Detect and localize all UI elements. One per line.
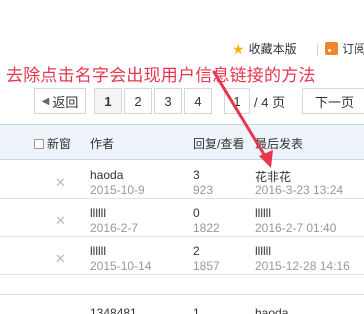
reply-count: 2: [193, 244, 200, 258]
author-link[interactable]: llllll: [90, 244, 106, 258]
page-button-1[interactable]: 1: [94, 88, 122, 114]
favorite-label: 收藏本版: [248, 42, 297, 56]
new-window-label: 新窗: [47, 137, 72, 151]
view-count: 1822: [193, 221, 220, 235]
post-date: 2015-10-9: [90, 183, 145, 197]
post-date: 2016-2-7: [90, 221, 139, 235]
favorite-forum-link[interactable]: ★ 收藏本版: [232, 40, 297, 57]
toolbar-divider: |: [316, 41, 320, 56]
subscribe-link[interactable]: | 订阅: [316, 40, 364, 57]
author-link[interactable]: haoda: [90, 168, 123, 182]
last-poster-link[interactable]: llllll: [255, 244, 271, 258]
author-column-header: 作者: [90, 137, 115, 151]
forum-toolbar: ★ 收藏本版 | 订阅: [0, 36, 364, 60]
back-button[interactable]: ◀ 返回: [34, 88, 86, 114]
page-button-2[interactable]: 2: [124, 88, 152, 114]
last-post-date[interactable]: 2015-12-28 14:16: [255, 259, 350, 273]
page-button-4[interactable]: 4: [184, 88, 212, 114]
author-link[interactable]: 1348481: [90, 306, 137, 314]
table-row: 1348481 1 haoda: [0, 296, 364, 314]
last-post-date[interactable]: 2016-3-23 13:24: [255, 183, 343, 197]
last-post-column-header[interactable]: 最后发表: [255, 135, 303, 152]
view-count: 923: [193, 183, 214, 197]
reply-count: 3: [193, 168, 200, 182]
last-poster-link[interactable]: haoda: [255, 306, 288, 314]
annotation-text: 去除点击名字会出现用户信息链接的方法: [6, 66, 316, 86]
last-poster-link[interactable]: llllll: [255, 206, 271, 220]
close-icon[interactable]: ✕: [55, 251, 66, 267]
next-page-button[interactable]: 下一页: [302, 88, 364, 114]
new-window-checkbox[interactable]: [34, 138, 44, 149]
rss-icon: [325, 42, 339, 55]
table-row: ✕ llllll 2016-2-7 0 1822 llllll 2016-2-7…: [0, 199, 364, 237]
pagination: ◀ 返回 1 2 3 4 1 / 4 页 下一页: [0, 88, 364, 114]
close-icon[interactable]: ✕: [55, 175, 66, 191]
new-window-toggle[interactable]: 新窗: [34, 135, 71, 152]
back-label: 返回: [52, 94, 79, 110]
author-link[interactable]: llllll: [90, 206, 106, 220]
reply-count: 1: [193, 306, 200, 314]
post-date: 2015-10-14: [90, 259, 152, 273]
view-count: 1857: [193, 259, 220, 273]
subscribe-label: 订阅: [342, 42, 364, 56]
table-row: ✕ haoda 2015-10-9 3 923 花非花 2016-3-23 13…: [0, 161, 364, 199]
star-icon: ★: [232, 40, 245, 57]
reply-count: 0: [193, 206, 200, 220]
close-icon[interactable]: ✕: [55, 213, 66, 229]
table-header: 新窗 作者 回复/查看 最后发表: [0, 124, 364, 160]
table-row: ✕ llllll 2015-10-14 2 1857 llllll 2015-1…: [0, 237, 364, 275]
stats-column-header[interactable]: 回复/查看: [193, 135, 244, 152]
last-post-date[interactable]: 2016-2-7 01:40: [255, 221, 336, 235]
page-jump-input[interactable]: 1: [224, 88, 250, 114]
page-button-3[interactable]: 3: [154, 88, 182, 114]
chevron-left-icon: ◀: [41, 95, 50, 107]
table-separator-row: [0, 275, 364, 295]
page-total: / 4 页: [254, 94, 286, 110]
